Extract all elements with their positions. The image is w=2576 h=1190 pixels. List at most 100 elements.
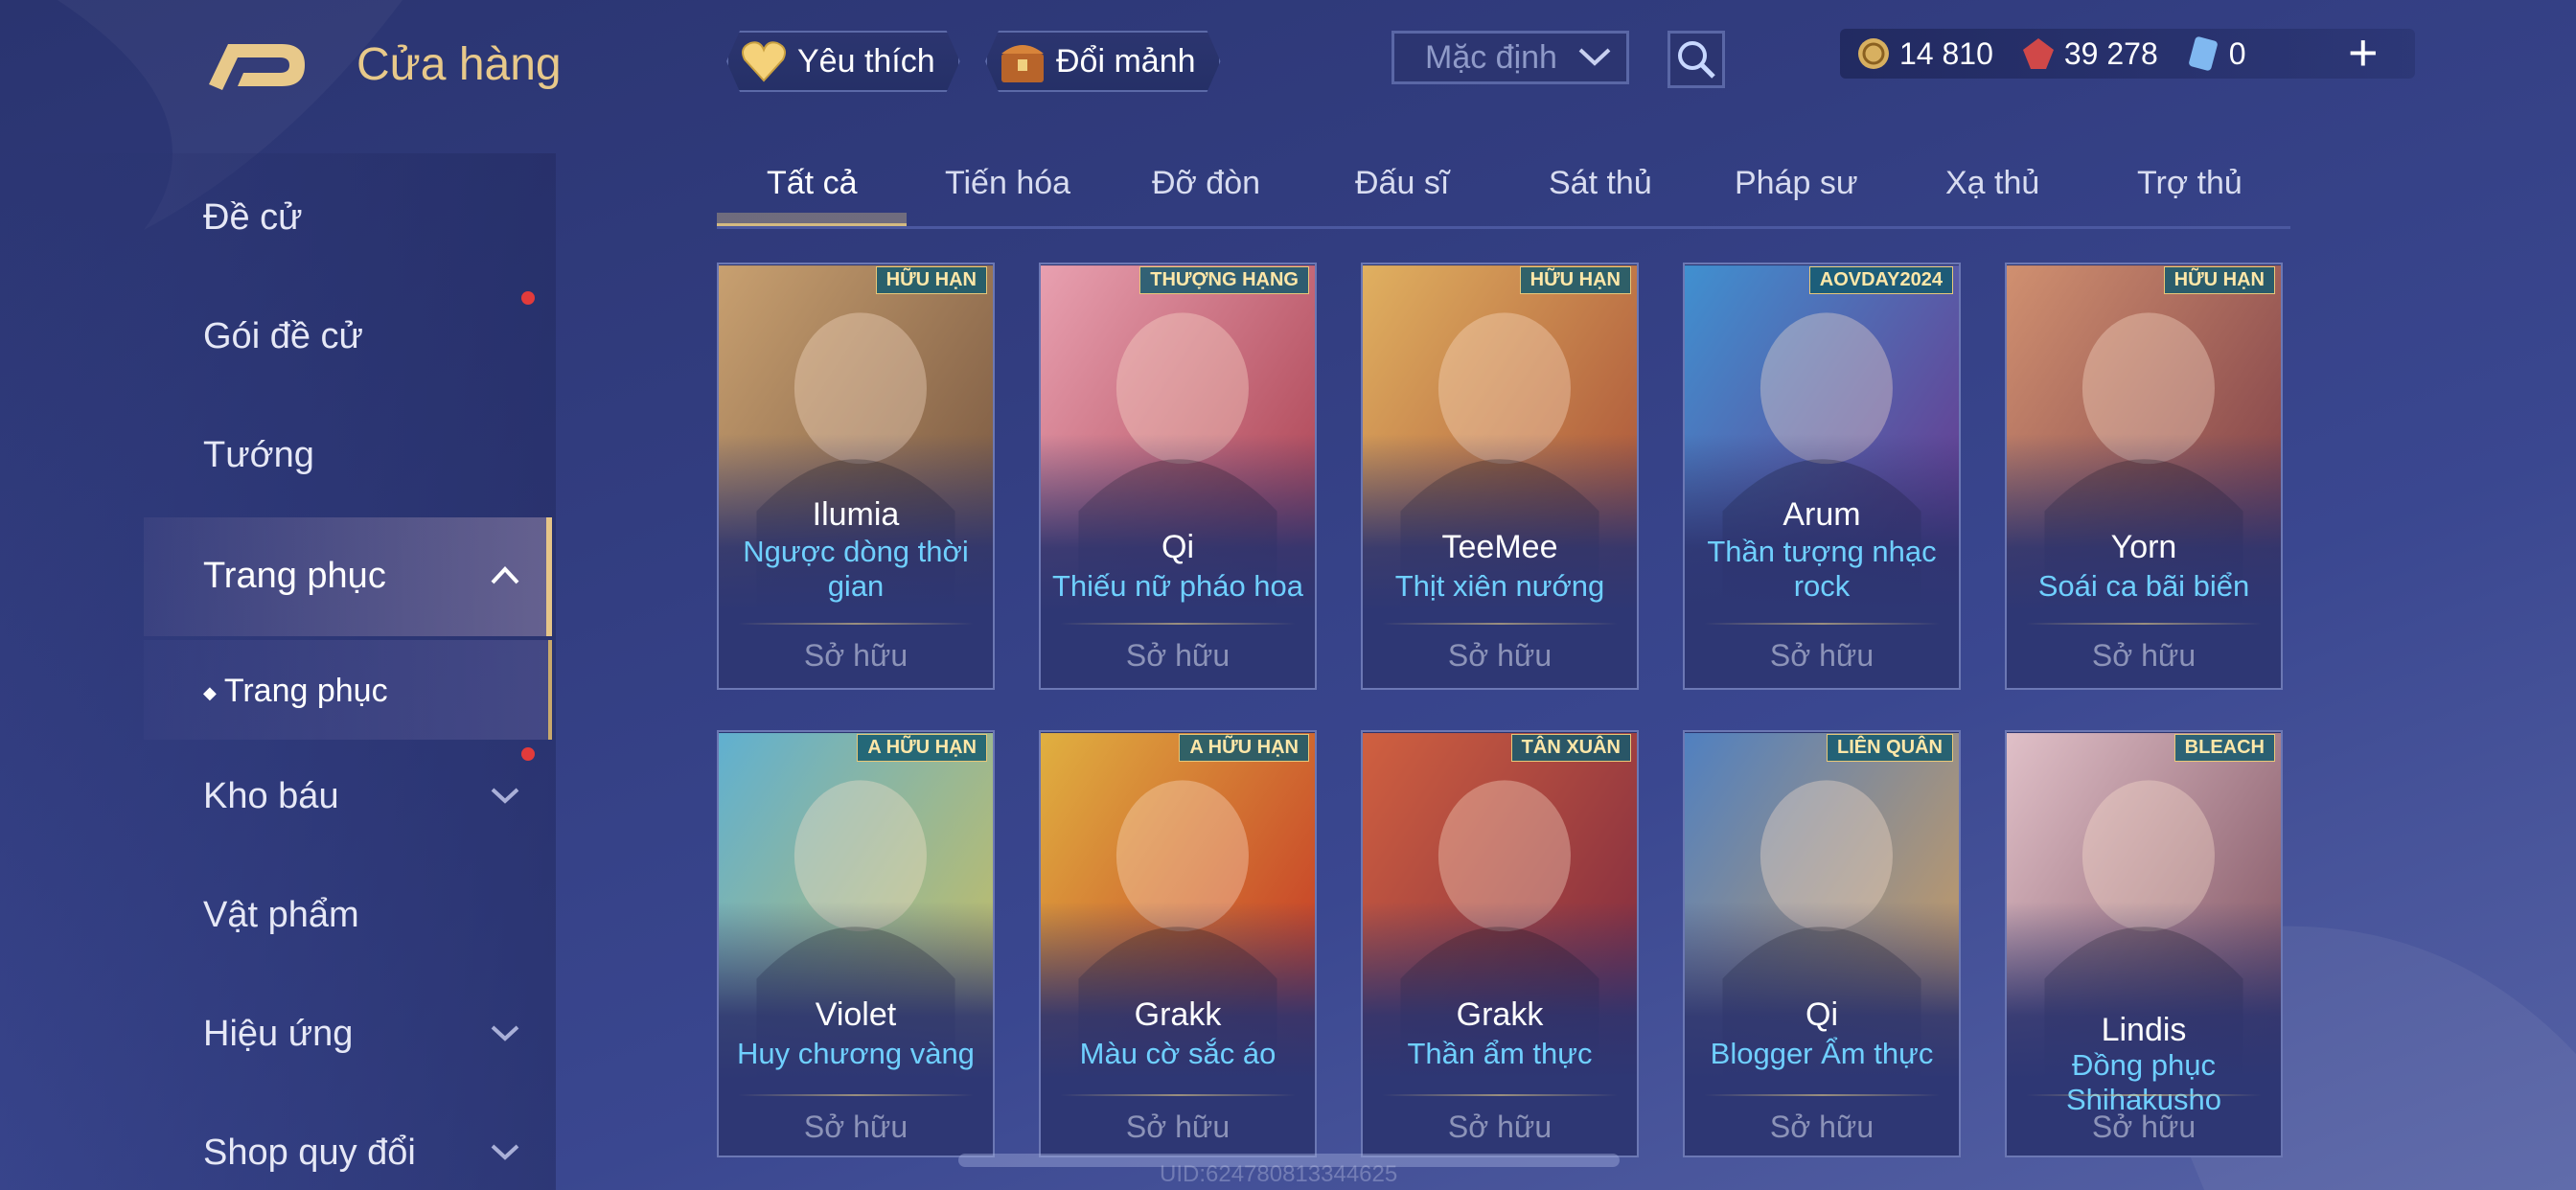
- tab-8[interactable]: Trợ thủ: [2137, 165, 2242, 202]
- owned-label: Sở hữu: [2091, 638, 2196, 673]
- sidebar-item-skins[interactable]: Trang phục: [203, 556, 386, 597]
- back-arrow-icon: [209, 44, 305, 90]
- skin-name: Thần ẩm thực: [1407, 1037, 1593, 1070]
- chevron-down-icon: [491, 1025, 519, 1041]
- exchange-shards-button[interactable]: Đổi mảnh: [985, 31, 1221, 92]
- chevron-down-icon: [491, 1144, 519, 1160]
- sidebar-item-items[interactable]: Vật phẩm: [203, 895, 359, 936]
- card-badge: A HỮU HẠN: [1179, 734, 1309, 762]
- card-badge: LIÊN QUÂN: [1827, 734, 1953, 762]
- skin-card[interactable]: A HỮU HẠN Grakk Màu cờ sắc áo Sở hữu: [1039, 730, 1317, 1157]
- hero-name: Qi: [1162, 529, 1194, 565]
- skin-name: Soái ca bãi biển: [2037, 569, 2250, 603]
- sidebar-item-effects[interactable]: Hiệu ứng: [203, 1014, 353, 1055]
- favorite-label: Yêu thích: [797, 42, 935, 80]
- card-badge: AOVDAY2024: [1808, 266, 1953, 294]
- page-title: Cửa hàng: [356, 39, 562, 90]
- skin-name: Blogger Ẩm thực: [1710, 1037, 1934, 1070]
- owned-label: Sở hữu: [1125, 638, 1230, 673]
- card-badge: HỮU HẠN: [1519, 266, 1631, 294]
- chevron-down-icon: [491, 788, 519, 804]
- search-icon: [1678, 41, 1715, 79]
- card-divider: [1704, 1094, 1940, 1096]
- tab-3[interactable]: Đỡ đòn: [1152, 165, 1260, 202]
- add-currency-button[interactable]: +: [2348, 27, 2379, 79]
- hero-name: Yorn: [2110, 529, 2177, 565]
- card-divider: [2026, 1094, 2262, 1096]
- notification-dot: [521, 747, 535, 761]
- sort-dropdown[interactable]: Mặc định: [1392, 31, 1629, 84]
- sidebar-item-treasure[interactable]: Kho báu: [203, 776, 339, 817]
- skin-name: Thiếu nữ pháo hoa: [1051, 569, 1304, 603]
- skin-card[interactable]: LIÊN QUÂN Qi Blogger Ẩm thực Sở hữu: [1683, 730, 1961, 1157]
- card-divider: [738, 623, 974, 625]
- gold-amount: 14 810: [1899, 35, 1993, 71]
- skin-card[interactable]: BLEACH Lindis Đồng phục Shihakusho Sở hữu: [2005, 730, 2283, 1157]
- skin-name: rock: [1793, 569, 1851, 603]
- skin-card[interactable]: AOVDAY2024 Arum Thần tượng nhạc rock Sở h…: [1683, 263, 1961, 690]
- gem-amount: 39 278: [2063, 35, 2158, 71]
- skin-card[interactable]: HỮU HẠN Ilumia Ngược dòng thời gian Sở hữ…: [717, 263, 995, 690]
- card-badge: HỮU HẠN: [875, 266, 987, 294]
- currency-bar: 14 810 39 278 0: [1840, 29, 2415, 79]
- hero-name: Grakk: [1456, 996, 1544, 1033]
- exchange-label: Đổi mảnh: [1056, 42, 1196, 80]
- tab-7[interactable]: Xạ thủ: [1945, 165, 2039, 202]
- heart-icon: [738, 35, 790, 87]
- hero-name: Lindis: [2101, 1012, 2187, 1048]
- owned-label: Sở hữu: [2091, 1110, 2196, 1144]
- skin-card[interactable]: TÂN XUÂN Grakk Thần ẩm thực Sở hữu: [1361, 730, 1639, 1157]
- gem-currency: 39 278: [2020, 35, 2158, 72]
- hero-name: Grakk: [1134, 996, 1222, 1033]
- skin-name: Thần tượng nhạc: [1707, 535, 1937, 568]
- gold-currency: 14 810: [1855, 35, 1993, 72]
- skin-card[interactable]: HỮU HẠN Yorn Soái ca bãi biển Sở hữu: [2005, 263, 2283, 690]
- skin-name: Màu cờ sắc áo: [1079, 1037, 1276, 1070]
- sidebar-item-recommended[interactable]: Đề cử: [203, 197, 303, 239]
- favorite-button[interactable]: Yêu thích: [726, 31, 960, 92]
- sidebar-subitem-skins[interactable]: ◆ Trang phục: [203, 673, 388, 710]
- card-divider: [738, 1094, 974, 1096]
- card-divider: [1704, 623, 1940, 625]
- sort-value: Mặc định: [1425, 38, 1557, 76]
- tab-6[interactable]: Pháp sư: [1735, 165, 1858, 202]
- owned-label: Sở hữu: [1447, 1110, 1552, 1144]
- skin-card[interactable]: THƯỢNG HẠNG Qi Thiếu nữ pháo hoa Sở hữu: [1039, 263, 1317, 690]
- tab-2[interactable]: Tiến hóa: [945, 165, 1070, 202]
- tab-5[interactable]: Sát thủ: [1549, 165, 1652, 202]
- card-divider: [1060, 1094, 1296, 1096]
- sidebar-subitem-label: Trang phục: [223, 673, 388, 709]
- notification-dot: [521, 291, 535, 305]
- uid-watermark: UID:624780813344625: [1160, 1161, 1398, 1187]
- owned-label: Sở hữu: [1769, 638, 1874, 673]
- hero-name: Qi: [1806, 996, 1838, 1033]
- card-divider: [1382, 1094, 1618, 1096]
- tab-1[interactable]: Tất cả: [767, 165, 857, 202]
- sidebar-item-heroes[interactable]: Tướng: [203, 435, 314, 476]
- card-badge: BLEACH: [2174, 734, 2275, 762]
- treasure-chest-icon: [997, 35, 1048, 87]
- tab-4[interactable]: Đấu sĩ: [1355, 165, 1449, 202]
- card-badge: A HỮU HẠN: [857, 734, 987, 762]
- skin-name: Thịt xiên nướng: [1394, 569, 1605, 603]
- owned-label: Sở hữu: [1447, 638, 1552, 673]
- card-badge: TÂN XUÂN: [1510, 734, 1631, 762]
- card-badge: HỮU HẠN: [2163, 266, 2275, 294]
- hero-name: Arum: [1782, 496, 1861, 533]
- skin-name: Ngược dòng thời: [743, 535, 969, 568]
- skin-name: Đồng phục: [2072, 1048, 2216, 1082]
- hero-name: Violet: [815, 996, 897, 1033]
- blue-voucher-icon: [2185, 35, 2221, 72]
- voucher-currency: 0: [2185, 35, 2246, 72]
- sidebar-item-recommended-bundles[interactable]: Gói đề cử: [203, 316, 363, 357]
- card-divider: [1060, 623, 1296, 625]
- search-button[interactable]: [1668, 31, 1725, 88]
- skin-name: Huy chương vàng: [737, 1037, 975, 1070]
- owned-label: Sở hữu: [803, 638, 908, 673]
- hero-name: TeeMee: [1441, 529, 1558, 565]
- skin-card[interactable]: HỮU HẠN TeeMee Thịt xiên nướng Sở hữu: [1361, 263, 1639, 690]
- sidebar-item-exchange-shop[interactable]: Shop quy đổi: [203, 1133, 416, 1174]
- back-button[interactable]: [199, 36, 314, 98]
- red-gem-icon: [2020, 35, 2057, 72]
- skin-card[interactable]: A HỮU HẠN Violet Huy chương vàng Sở hữu: [717, 730, 995, 1157]
